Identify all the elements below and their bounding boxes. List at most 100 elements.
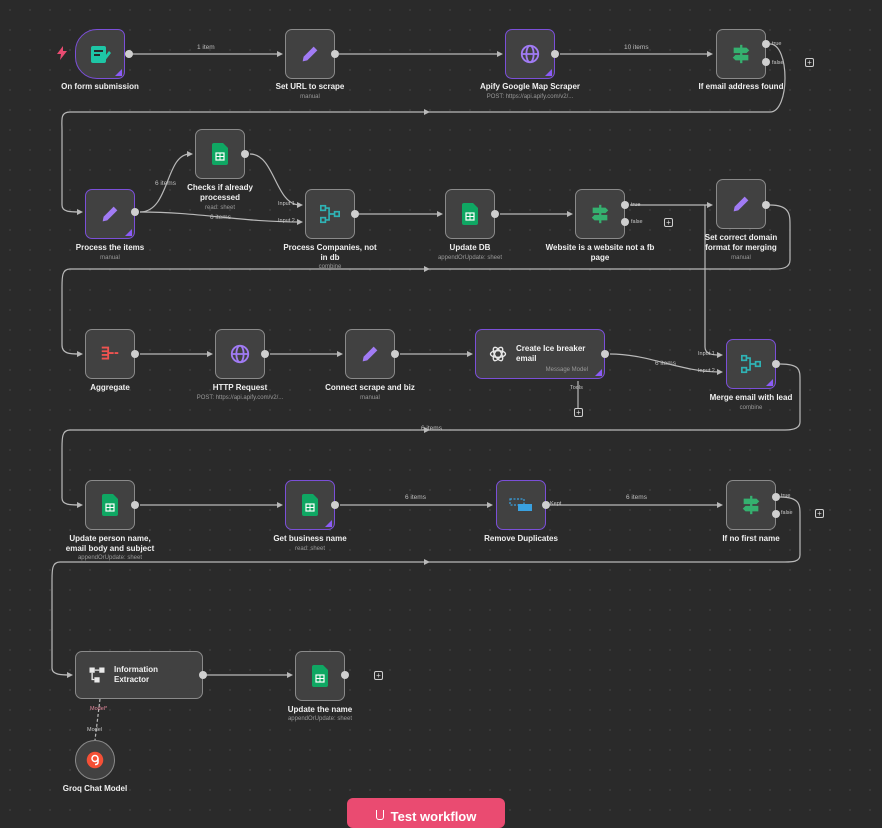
merge-icon [320,204,340,224]
add-node-plus-button[interactable]: + [805,58,814,67]
node-merge-email[interactable] [726,339,776,389]
output-handle[interactable] [261,350,269,358]
node-info-extractor-title: Information Extractor [114,665,158,684]
test-workflow-label: Test workflow [390,809,477,824]
node-get-business[interactable] [285,480,335,530]
google-sheets-icon [212,143,228,165]
output-handle[interactable] [125,50,133,58]
node-checks-subtitle: read: sheet [204,205,236,211]
node-update-db[interactable] [445,189,495,239]
node-set-domain[interactable] [716,179,766,229]
openai-icon [489,346,507,362]
port-true-label: true [631,202,641,208]
node-if-email[interactable] [716,29,766,79]
node-if-email-title: If email address found [698,82,784,91]
signpost-icon [742,495,760,515]
output-handle-true[interactable] [772,493,780,501]
node-apify-scraper[interactable] [505,29,555,79]
output-handle[interactable] [241,150,249,158]
output-handle-false[interactable] [772,510,780,518]
output-handle[interactable] [131,208,139,216]
output-handle-false[interactable] [762,58,770,66]
output-handle[interactable] [131,501,139,509]
node-get-business-title: Get business name [273,534,347,543]
node-process-items[interactable] [85,189,135,239]
node-set-domain-subtitle: manual [731,255,751,261]
node-update-name-title: Update the name [287,705,353,714]
output-handle[interactable] [199,671,207,679]
node-website-check[interactable] [575,189,625,239]
output-handle-false[interactable] [621,218,629,226]
groq-icon [86,751,104,769]
node-http-title: HTTP Request [212,383,268,392]
node-form-submission[interactable] [75,29,125,79]
node-merge-email-subtitle: combine [739,405,763,411]
output-handle[interactable] [331,501,339,509]
node-http-request[interactable] [215,329,265,379]
add-node-plus-button[interactable]: + [374,671,383,680]
pencil-icon [733,196,749,212]
node-if-no-first-name[interactable] [726,480,776,530]
output-handle[interactable] [491,210,499,218]
port-kept-label: Kept [550,501,562,507]
test-workflow-button[interactable]: Test workflow [347,798,505,828]
port-true-label: true [772,41,782,47]
node-update-db-title: Update DB [449,243,491,252]
node-apify-subtitle: POST: https://api.apify.com/v2/... [486,94,574,100]
port-true-label: true [781,493,791,499]
node-connect-scrape[interactable] [345,329,395,379]
output-handle[interactable] [341,671,349,679]
node-if-no-first-name-title: If no first name [722,534,780,543]
output-handle[interactable] [762,201,770,209]
node-set-url[interactable] [285,29,335,79]
node-set-url-title: Set URL to scrape [275,82,345,91]
port-tools-label: Tools [570,385,583,391]
node-groq-title: Groq Chat Model [62,784,128,793]
output-handle[interactable] [772,360,780,368]
output-handle-true[interactable] [621,201,629,209]
output-handle[interactable] [131,350,139,358]
node-information-extractor[interactable]: Information Extractor [75,651,203,699]
port-false-label: false [781,510,793,516]
output-handle-true[interactable] [762,40,770,48]
edge-label: 6 items [421,425,442,432]
node-checks-processed[interactable] [195,129,245,179]
node-apify-title: Apify Google Map Scraper [479,82,581,91]
node-ice-breaker-subtitle: Message Model [545,367,588,373]
node-aggregate[interactable] [85,329,135,379]
port-model-required-label: Model* [90,706,108,712]
node-groq-chat-model[interactable] [75,740,115,780]
node-update-person-subtitle: appendOrUpdate: sheet [77,555,143,561]
hierarchy-icon [89,667,105,683]
edge-label: 10 items [624,44,649,51]
output-handle[interactable] [601,350,609,358]
output-handle[interactable] [331,50,339,58]
node-get-business-subtitle: read: sheet [294,546,326,552]
output-handle[interactable] [542,501,550,509]
node-update-name[interactable] [295,651,345,701]
aggregate-icon [101,346,119,360]
node-ice-breaker[interactable]: Create Ice breaker email Message Model [475,329,605,379]
add-tool-plus-button[interactable]: + [574,408,583,417]
output-handle[interactable] [551,50,559,58]
add-node-plus-button[interactable]: + [815,509,824,518]
node-remove-duplicates[interactable] [496,480,546,530]
pencil-icon [102,206,118,222]
node-connect-scrape-title: Connect scrape and biz [325,383,415,392]
edge-label: 6 items [210,214,231,221]
node-update-person-title: Update person name, email body and subje… [65,534,155,553]
output-handle[interactable] [351,210,359,218]
node-website-check-title: Website is a website not a fb page [545,243,655,262]
node-set-domain-title: Set correct domain format for merging [704,233,778,252]
output-handle[interactable] [391,350,399,358]
node-checks-title: Checks if already processed [187,183,253,202]
form-icon [91,46,111,63]
workflow-canvas[interactable]: On form submission Set URL to scrape man… [0,0,882,828]
google-sheets-icon [102,494,118,516]
node-process-companies[interactable] [305,189,355,239]
globe-icon [230,344,250,364]
edge-label: 6 items [655,360,676,367]
node-process-companies-subtitle: combine [318,264,342,270]
add-node-plus-button[interactable]: + [664,218,673,227]
node-update-person[interactable] [85,480,135,530]
